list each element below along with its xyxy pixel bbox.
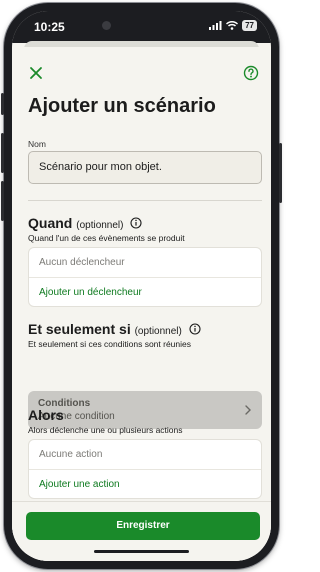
- no-action-text: Aucune action: [29, 440, 261, 470]
- mute-switch: [1, 93, 4, 115]
- scenario-sheet: Ajouter un scénario Nom Scénario pour mo…: [12, 47, 271, 561]
- add-trigger-link[interactable]: Ajouter un déclencheur: [29, 278, 261, 308]
- page-title: Ajouter un scénario: [28, 95, 216, 117]
- front-camera: [102, 21, 111, 30]
- if-optional-label: (optionnel): [134, 326, 182, 337]
- status-icons: 77: [209, 20, 257, 31]
- phone-frame: 10:25 77 Ajouter un scénario Nom Scénari…: [1, 3, 282, 569]
- if-title: Et seulement si: [28, 321, 131, 337]
- status-time: 10:25: [34, 20, 65, 34]
- screen: 10:25 77 Ajouter un scénario Nom Scénari…: [12, 11, 271, 561]
- actions-card: Aucune action Ajouter une action: [28, 439, 262, 499]
- scenario-name-input[interactable]: Scénario pour mon objet.: [28, 151, 262, 184]
- if-section-title: Et seulement si (optionnel): [28, 321, 201, 337]
- save-button[interactable]: Enregistrer: [26, 512, 260, 540]
- name-label: Nom: [28, 139, 46, 149]
- wifi-icon: [226, 21, 239, 30]
- when-subtitle: Quand l'un de ces évènements se produit: [28, 233, 185, 243]
- when-title: Quand: [28, 215, 73, 231]
- when-section-title: Quand (optionnel): [28, 215, 142, 231]
- info-icon[interactable]: [189, 323, 201, 335]
- if-subtitle: Et seulement si ces conditions sont réun…: [28, 339, 192, 349]
- bottom-bar: Enregistrer: [12, 501, 271, 561]
- when-optional-label: (optionnel): [76, 220, 124, 231]
- home-indicator: [94, 550, 189, 553]
- add-action-link[interactable]: Ajouter une action: [29, 470, 261, 500]
- signal-icon: [209, 21, 222, 30]
- no-trigger-text: Aucun déclencheur: [29, 248, 261, 278]
- divider: [28, 200, 262, 201]
- then-section-title: Alors: [28, 407, 64, 423]
- chevron-right-icon: [245, 405, 251, 415]
- volume-up-button: [1, 133, 4, 173]
- info-icon[interactable]: [130, 217, 142, 229]
- close-icon[interactable]: [28, 65, 44, 81]
- status-bar: 10:25 77: [12, 11, 271, 43]
- volume-down-button: [1, 181, 4, 221]
- power-button: [279, 143, 282, 203]
- then-subtitle: Alors déclenche une ou plusieurs actions: [28, 425, 183, 435]
- battery-icon: 77: [242, 20, 257, 31]
- help-icon[interactable]: [243, 65, 259, 81]
- triggers-card: Aucun déclencheur Ajouter un déclencheur: [28, 247, 262, 307]
- then-title: Alors: [28, 407, 64, 423]
